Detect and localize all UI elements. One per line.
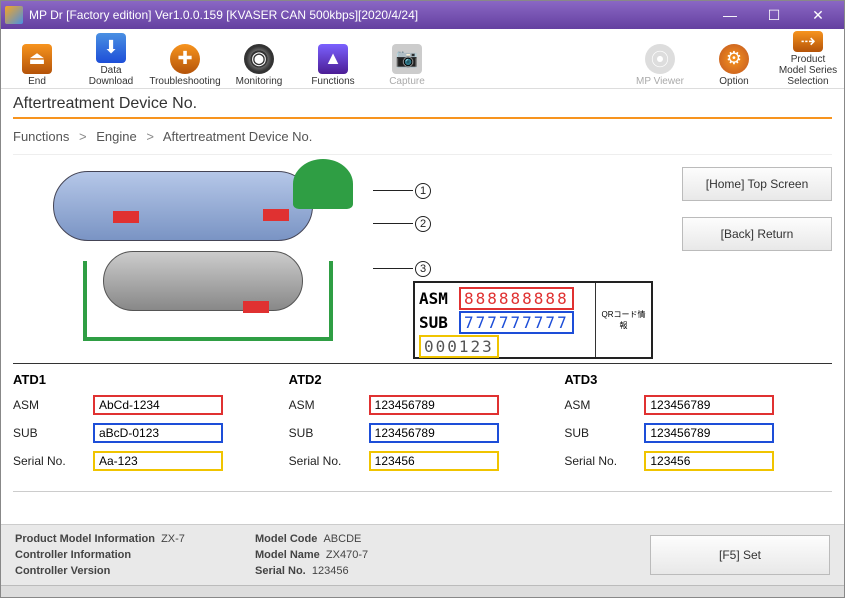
atd1-sub-label: SUB [13,426,93,440]
app-window: MP Dr [Factory edition] Ver1.0.0.159 [KV… [0,0,845,598]
toolbar-troubleshooting[interactable]: ✚ Troubleshooting [153,31,217,87]
plate-sub-label: SUB [419,313,459,332]
back-button[interactable]: [Back] Return [682,217,832,251]
viewer-icon: ⦿ [645,44,675,74]
statusbar [1,585,844,597]
atd2-asm-label: ASM [289,398,369,412]
atd3-asm-input[interactable] [644,395,774,415]
atd2-sub-label: SUB [289,426,369,440]
atd3-serial-label: Serial No. [564,454,644,468]
callout-3: 3 [415,261,431,277]
atd3-sub-input[interactable] [644,423,774,443]
footer: Product Model Information ZX-7 Model Cod… [1,524,844,585]
toolbar-functions[interactable]: ▲ Functions [301,31,365,87]
plate-serial-value: 000123 [419,335,499,358]
serial-no-label: Serial No. [255,565,306,577]
plate-asm-label: ASM [419,289,459,308]
atd1-asm-input[interactable] [93,395,223,415]
atd3-title: ATD3 [564,368,832,395]
atd3-sub-label: SUB [564,426,644,440]
callout-2: 2 [415,216,431,232]
device-diagram: 1 2 3 ASM 888888888 SUB 777777777 [13,161,670,361]
breadcrumb-engine[interactable]: Engine [96,129,136,144]
plate-asm-value: 888888888 [459,287,574,310]
model-name-label: Model Name [255,549,320,561]
atd2-serial-label: Serial No. [289,454,369,468]
atd2-title: ATD2 [289,368,557,395]
toolbar-data-download[interactable]: ⬇ Data Download [79,31,143,87]
toolbar-end-label: End [28,76,46,87]
toolbar-functions-label: Functions [311,76,354,87]
atd2-sub-input[interactable] [369,423,499,443]
stethoscope-icon: ✚ [170,44,200,74]
product-model-info-value: ZX-7 [161,533,185,545]
maximize-button[interactable]: ☐ [752,1,796,29]
chevron-right-icon: > [146,129,154,144]
toolbar-mpviewer-label: MP Viewer [636,76,684,87]
atd1-serial-input[interactable] [93,451,223,471]
atd3-column: ATD3 ASM SUB Serial No. [564,368,832,479]
app-icon [5,6,23,24]
atd2-column: ATD2 ASM SUB Serial No. [289,368,557,479]
atd3-asm-label: ASM [564,398,644,412]
controller-info-label: Controller Information [15,549,131,561]
atd1-title: ATD1 [13,368,281,395]
nameplate: ASM 888888888 SUB 777777777 000123 QRコード… [413,281,653,359]
model-code-label: Model Code [255,533,317,545]
toolbar-mp-viewer[interactable]: ⦿ MP Viewer [628,31,692,87]
serial-no-value: 123456 [312,565,349,577]
page-title: Aftertreatment Device No. [13,95,832,119]
plate-qr-label: QRコード情報 [595,283,651,357]
atd3-serial-input[interactable] [644,451,774,471]
atd2-asm-input[interactable] [369,395,499,415]
functions-icon: ▲ [318,44,348,74]
set-button[interactable]: [F5] Set [650,535,830,575]
toolbar-monitoring-label: Monitoring [236,76,283,87]
toolbar-capture[interactable]: 📷 Capture [375,31,439,87]
toolbar-end[interactable]: ⏏ End [5,31,69,87]
atd2-serial-input[interactable] [369,451,499,471]
chevron-right-icon: > [79,129,87,144]
model-code-value: ABCDE [323,533,361,545]
product-model-info-label: Product Model Information [15,533,155,545]
content-area: Aftertreatment Device No. Functions > En… [1,89,844,524]
toolbar-monitoring[interactable]: ◉ Monitoring [227,31,291,87]
toolbar-product-selection[interactable]: ⇢ Product Model Series Selection [776,31,840,87]
end-icon: ⏏ [22,44,52,74]
breadcrumb-current: Aftertreatment Device No. [163,129,313,144]
toolbar-capture-label: Capture [389,76,425,87]
callout-1: 1 [415,183,431,199]
toolbar-download-label: Data Download [79,65,143,87]
model-name-value: ZX470-7 [326,549,368,561]
camera-icon: 📷 [392,44,422,74]
toolbar-option[interactable]: ⚙ Option [702,31,766,87]
controller-version-label: Controller Version [15,565,110,577]
toolbar-option-label: Option [719,76,748,87]
atd1-sub-input[interactable] [93,423,223,443]
minimize-button[interactable]: — [708,1,752,29]
breadcrumb: Functions > Engine > Aftertreatment Devi… [13,125,832,155]
gear-icon: ⚙ [719,44,749,74]
download-icon: ⬇ [96,33,126,63]
atd1-serial-label: Serial No. [13,454,93,468]
atd-input-section: ATD1 ASM SUB Serial No. ATD2 ASM SUB Ser… [13,363,832,492]
plate-sub-value: 777777777 [459,311,574,334]
atd1-asm-label: ASM [13,398,93,412]
home-button[interactable]: [Home] Top Screen [682,167,832,201]
toolbar-troubleshooting-label: Troubleshooting [149,76,220,87]
toolbar: ⏏ End ⬇ Data Download ✚ Troubleshooting … [1,29,844,89]
window-title: MP Dr [Factory edition] Ver1.0.0.159 [KV… [29,8,708,22]
selection-icon: ⇢ [793,31,823,52]
titlebar: MP Dr [Factory edition] Ver1.0.0.159 [KV… [1,1,844,29]
close-button[interactable]: ✕ [796,1,840,29]
atd1-column: ATD1 ASM SUB Serial No. [13,368,281,479]
toolbar-selection-label: Product Model Series Selection [776,54,840,87]
gauge-icon: ◉ [244,44,274,74]
breadcrumb-functions[interactable]: Functions [13,129,69,144]
